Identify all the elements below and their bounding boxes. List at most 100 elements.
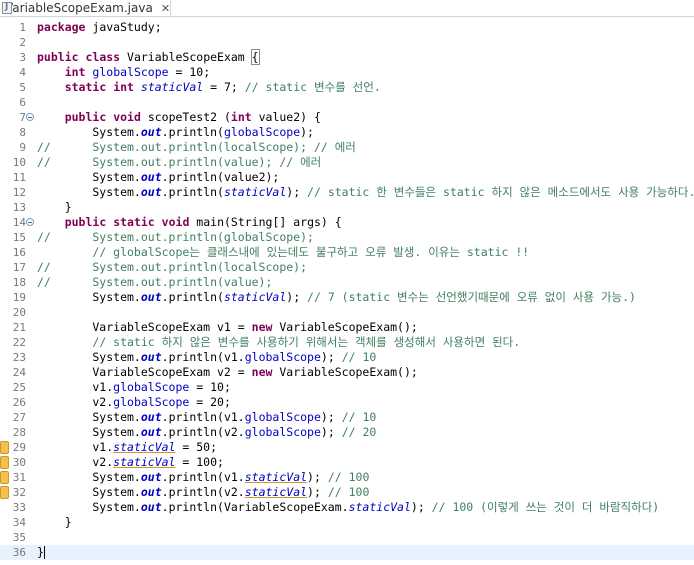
code-token: // System.out.println(value); // 에러 [37, 155, 322, 169]
code-token: System. [37, 485, 141, 499]
editor-tab[interactable]: VariableScopeExam.java ✕ [0, 0, 171, 16]
line-number: 11 [12, 171, 26, 184]
code-line[interactable]: 19 System.out.println(staticVal); // 7 (… [0, 290, 694, 305]
line-number: 25 [12, 381, 26, 394]
code-token: staticVal [244, 485, 308, 499]
code-token: out [140, 485, 162, 499]
tab-title: VariableScopeExam.java [5, 1, 153, 15]
code-token: = 10; [168, 65, 211, 79]
code-line[interactable]: 17 // System.out.println(localScope); [0, 260, 694, 275]
code-line[interactable]: 23 System.out.println(v1.globalScope); /… [0, 350, 694, 365]
line-number: 28 [12, 426, 26, 439]
code-token: // System.out.println(globalScope); [37, 230, 314, 244]
line-number: 29 [12, 441, 26, 454]
code-token: out [140, 185, 162, 199]
code-line[interactable]: 3 public class VariableScopeExam { [0, 49, 694, 65]
code-token: static [113, 215, 155, 229]
code-line[interactable]: 4 int globalScope = 10; [0, 65, 694, 80]
code-line[interactable]: 32 System.out.println(v2.staticVal); // … [0, 485, 694, 500]
code-line[interactable]: 27 System.out.println(v1.globalScope); /… [0, 410, 694, 425]
code-text: // System.out.println(value); [37, 275, 272, 290]
code-line[interactable]: 14 public static void main(String[] args… [0, 215, 694, 230]
code-line[interactable]: 2 [0, 35, 694, 50]
code-line[interactable]: 33 System.out.println(VariableScopeExam.… [0, 500, 694, 515]
code-line[interactable]: 34 } [0, 515, 694, 530]
code-line[interactable]: 35 [0, 530, 694, 545]
code-text: System.out.println(v1.globalScope); // 1… [37, 350, 376, 365]
fold-collapse-icon[interactable] [26, 113, 34, 121]
code-token: globalScope [223, 125, 301, 139]
code-line[interactable]: 7 public void scopeTest2 (int value2) { [0, 110, 694, 125]
code-line[interactable]: 18 // System.out.println(value); [0, 275, 694, 290]
code-text: } [37, 545, 45, 560]
code-line[interactable]: 24 VariableScopeExam v2 = new VariableSc… [0, 365, 694, 380]
code-line[interactable]: 25 v1.globalScope = 10; [0, 380, 694, 395]
line-number: 1 [19, 21, 26, 34]
code-token: staticVal [348, 500, 411, 514]
code-text: public void scopeTest2 (int value2) { [37, 110, 321, 125]
code-token: public [37, 50, 79, 64]
code-line[interactable]: 28 System.out.println(v2.globalScope); /… [0, 425, 694, 440]
code-token: v1. [37, 440, 114, 454]
code-token: VariableScopeExam v2 = [37, 365, 252, 379]
code-token: VariableScopeExam v1 = [37, 320, 252, 334]
code-token: package [37, 20, 86, 34]
code-token: System. [37, 500, 141, 514]
code-token: System. [37, 125, 141, 139]
code-token: System. [37, 470, 141, 484]
code-line[interactable]: 21 VariableScopeExam v1 = new VariableSc… [0, 320, 694, 335]
code-line[interactable]: 36} [0, 545, 694, 560]
line-number: 31 [12, 471, 26, 484]
code-line[interactable]: 8 System.out.println(globalScope); [0, 125, 694, 140]
code-text: VariableScopeExam v1 = new VariableScope… [37, 320, 417, 335]
code-token: static [64, 80, 107, 94]
close-icon[interactable]: ✕ [161, 2, 170, 15]
line-number: 35 [12, 531, 26, 544]
code-token: ); [320, 350, 342, 364]
code-text: // System.out.println(localScope); // 에러 [37, 140, 356, 155]
code-line[interactable]: 10 // System.out.println(value); // 에러 [0, 155, 694, 170]
code-line[interactable]: 26 v2.globalScope = 20; [0, 395, 694, 410]
line-number: 18 [12, 276, 26, 289]
code-token: globalScope [113, 395, 190, 409]
code-token: v1. [37, 380, 114, 394]
code-token: staticVal [223, 290, 287, 304]
code-token: ); [410, 500, 432, 514]
code-text: static int staticVal = 7; // static 변수를 … [37, 80, 381, 95]
code-editor[interactable]: 1 package javaStudy; 2 3 public class Variab… [0, 20, 694, 565]
code-line[interactable]: 15 // System.out.println(globalScope); [0, 230, 694, 245]
code-token: System. [37, 185, 141, 199]
code-line[interactable]: 13 } [0, 200, 694, 215]
line-number: 15 [12, 231, 26, 244]
code-token: = 100; [175, 455, 224, 469]
code-line[interactable]: 30 v2.staticVal = 100; [0, 455, 694, 470]
code-line[interactable]: 6 [0, 95, 694, 110]
code-token: .println( [161, 290, 224, 304]
code-text: System.out.println(staticVal); // 7 (sta… [37, 290, 636, 305]
code-text: int globalScope = 10; [37, 65, 210, 80]
code-line[interactable]: 29 v1.staticVal = 50; [0, 440, 694, 455]
code-line[interactable]: 11 System.out.println(value2); [0, 170, 694, 185]
code-line[interactable]: 5 static int staticVal = 7; // static 변수… [0, 80, 694, 95]
code-token: ); [286, 185, 308, 199]
code-line[interactable]: 16 // globalScope는 클래스내에 있는데도 불구하고 오류 발생… [0, 245, 694, 260]
line-number: 12 [12, 186, 26, 199]
fold-collapse-icon[interactable] [26, 218, 34, 226]
code-token: .println(VariableScopeExam. [161, 500, 349, 514]
code-line[interactable]: 31 System.out.println(v1.staticVal); // … [0, 470, 694, 485]
line-number: 23 [12, 351, 26, 364]
code-token: new [251, 365, 273, 379]
code-token: // 100 [327, 470, 370, 484]
code-line[interactable]: 9 // System.out.println(localScope); // 에… [0, 140, 694, 155]
code-line[interactable]: 1 package javaStudy; [0, 20, 694, 35]
code-line[interactable]: 22 // static 하지 않은 변수를 사용하기 위해서는 객체를 생성해… [0, 335, 694, 350]
code-token: .println(v2. [161, 425, 245, 439]
code-line[interactable]: 20 [0, 305, 694, 320]
code-line[interactable]: 12 System.out.println(staticVal); // sta… [0, 185, 694, 200]
code-text: } [37, 515, 72, 530]
code-token: = 20; [189, 395, 231, 409]
code-token: // System.out.println(localScope); [37, 260, 308, 274]
